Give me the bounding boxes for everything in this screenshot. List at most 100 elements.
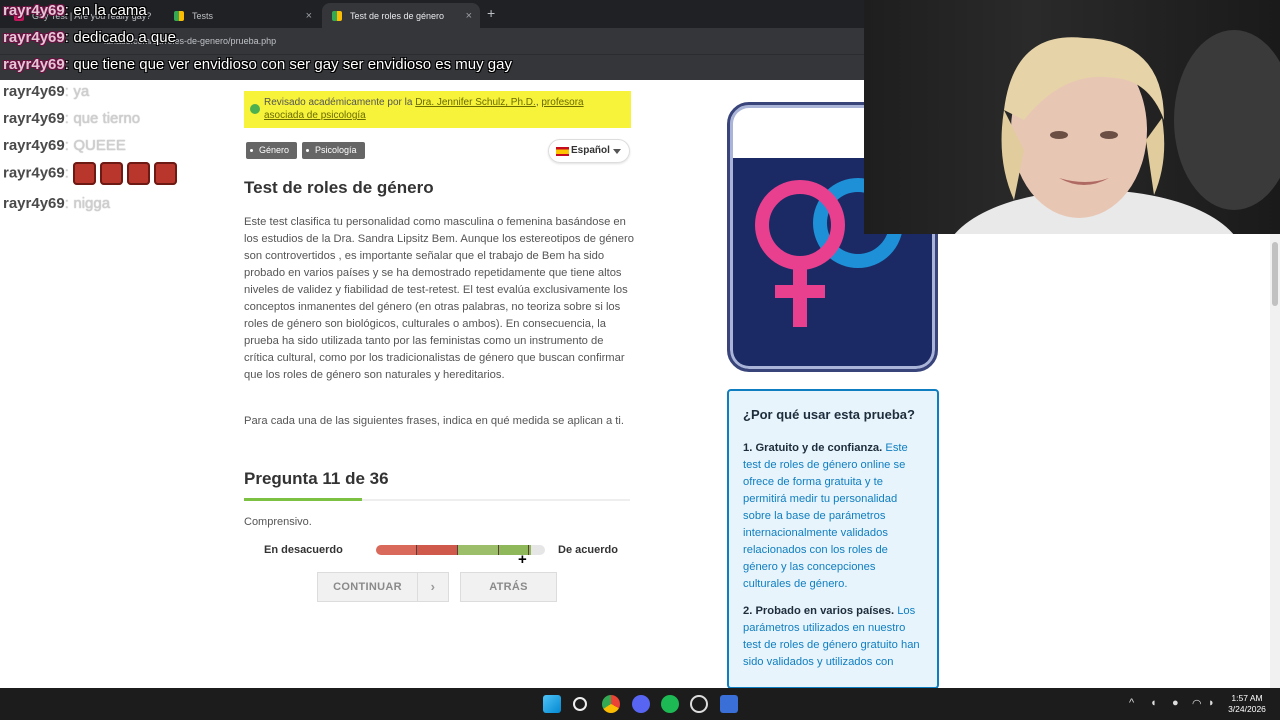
chat-line: rayr4y69: que tierno — [3, 110, 140, 128]
chat-colon: : — [64, 83, 69, 100]
chat-colon: : — [64, 164, 69, 182]
chat-colon: : — [64, 56, 69, 73]
emote-icon — [127, 162, 151, 185]
clock-time: 1:57 AM — [1231, 693, 1263, 703]
question-progress-fill — [244, 498, 362, 501]
app-icon[interactable] — [720, 695, 738, 713]
chat-line: rayr4y69: que tiene que ver envidioso co… — [3, 56, 512, 74]
streamer-face-image — [954, 30, 1280, 234]
why-use-test-box: ¿Por qué usar esta prueba? 1. Gratuito y… — [727, 389, 939, 689]
microphone-icon[interactable]: ● — [1172, 697, 1179, 709]
why-point-1: 1. Gratuito y de confianza. Este test de… — [743, 440, 923, 593]
check-icon — [250, 104, 260, 114]
chat-colon: : — [64, 195, 69, 212]
chat-user: rayr4y69 — [3, 195, 65, 212]
instructions: Para cada una de las siguientes frases, … — [244, 415, 624, 427]
close-tab-icon[interactable]: × — [306, 10, 312, 22]
screen: { "browser": { "tabs": [ {"label": "Gay … — [0, 0, 1280, 720]
scrollbar-thumb[interactable] — [1272, 242, 1278, 306]
language-label: Español — [571, 145, 610, 156]
taskbar-clock[interactable]: 1:57 AM 3/24/2026 — [1222, 693, 1272, 715]
scale-segment-1[interactable] — [376, 545, 417, 555]
review-author-link[interactable]: Dra. Jennifer Schulz, Ph.D. — [415, 97, 536, 108]
clock-date: 3/24/2026 — [1228, 704, 1266, 714]
back-button[interactable]: ATRÁS — [460, 572, 557, 602]
search-icon[interactable] — [573, 697, 587, 711]
emote-icon — [100, 162, 124, 185]
scale-tick — [528, 545, 529, 555]
site-favicon-icon — [332, 10, 342, 21]
chat-message: en la cama — [73, 2, 147, 19]
chevron-down-icon — [613, 149, 621, 154]
scale-tick — [457, 545, 458, 555]
spotify-icon[interactable] — [661, 695, 679, 713]
chat-user: rayr4y69 — [3, 164, 65, 182]
academic-review-banner: Revisado académicamente por la Dra. Jenn… — [244, 91, 631, 128]
why-title: ¿Por qué usar esta prueba? — [743, 407, 915, 422]
review-prefix: Revisado académicamente por la — [264, 97, 416, 108]
windows-start-icon[interactable] — [543, 695, 561, 713]
webcam-overlay — [864, 0, 1280, 234]
chat-line: rayr4y69: — [3, 162, 181, 185]
scale-disagree-label: En desacuerdo — [264, 544, 343, 556]
continue-button[interactable]: CONTINUAR › — [317, 572, 449, 602]
chat-message: dedicado a que — [73, 29, 176, 46]
chat-colon: : — [64, 29, 69, 46]
chat-line: rayr4y69: QUEEE — [3, 137, 126, 155]
wifi-icon[interactable]: ◠ — [1192, 697, 1202, 710]
page-scrollbar[interactable] — [1270, 234, 1280, 688]
emote-icon — [154, 162, 178, 185]
tag-psicologia[interactable]: Psicología — [302, 142, 365, 159]
scale-tick — [498, 545, 499, 555]
chrome-icon[interactable] — [602, 695, 620, 713]
chat-message: ya — [73, 83, 90, 100]
tab-label: Test de roles de género — [350, 10, 445, 21]
volume-icon[interactable]: ◖ — [1150, 697, 1157, 709]
close-tab-icon[interactable]: × — [466, 10, 472, 22]
discord-icon[interactable] — [632, 695, 650, 713]
why-point-1-head: 1. Gratuito y de confianza. — [743, 442, 883, 454]
mouse-cursor-icon: + — [518, 551, 527, 568]
emote-icon — [73, 162, 97, 185]
speaker-icon[interactable]: ◗ — [1208, 697, 1215, 709]
why-point-1-body: Este test de roles de género online se o… — [743, 442, 908, 590]
why-point-2: 2. Probado en varios países. Los parámet… — [743, 603, 923, 671]
scale-agree-label: De acuerdo — [558, 544, 618, 556]
scale-tick — [416, 545, 417, 555]
language-selector[interactable]: Español — [548, 139, 630, 163]
chevron-up-icon[interactable]: ^ — [1129, 697, 1134, 709]
chat-colon: : — [64, 2, 69, 19]
obs-icon[interactable] — [690, 695, 708, 713]
chat-line: rayr4y69: en la cama — [3, 2, 147, 20]
question-progress-bar — [244, 498, 630, 501]
chat-user: rayr4y69 — [3, 110, 65, 127]
chat-user: rayr4y69 — [3, 56, 65, 73]
page-title: Test de roles de género — [244, 178, 434, 197]
taskbar: ^ ◖ ● ◠ ◗ 1:57 AM 3/24/2026 — [0, 688, 1280, 720]
chat-user: rayr4y69 — [3, 29, 65, 46]
chat-user: rayr4y69 — [3, 137, 65, 154]
question-text: Comprensivo. — [244, 516, 312, 528]
tag-genero[interactable]: Género — [246, 142, 298, 159]
chat-message: que tierno — [73, 110, 141, 127]
new-tab-button[interactable]: + — [487, 5, 495, 21]
test-description: Este test clasifica tu personalidad como… — [244, 216, 634, 381]
chat-user: rayr4y69 — [3, 2, 65, 19]
chat-message: QUEEE — [73, 137, 126, 154]
chat-colon: : — [64, 137, 69, 154]
question-counter: Pregunta 11 de 36 — [244, 469, 389, 488]
scale-segment-3[interactable] — [458, 545, 499, 555]
why-point-2-head: 2. Probado en varios países. — [743, 605, 895, 617]
spain-flag-icon — [556, 147, 569, 156]
chevron-right-icon: › — [417, 573, 448, 601]
tab-tests[interactable]: Tests × — [164, 3, 320, 28]
tab-label: Tests — [192, 10, 214, 21]
continue-label: CONTINUAR — [333, 581, 402, 593]
chat-message: nigga — [73, 195, 111, 212]
tab-test-roles-genero[interactable]: Test de roles de género × — [322, 3, 480, 28]
chat-colon: : — [64, 110, 69, 127]
chat-line: rayr4y69: nigga — [3, 195, 110, 213]
chat-user: rayr4y69 — [3, 83, 65, 100]
chat-message: que tiene que ver envidioso con ser gay … — [73, 56, 512, 73]
scale-segment-2[interactable] — [417, 545, 458, 555]
